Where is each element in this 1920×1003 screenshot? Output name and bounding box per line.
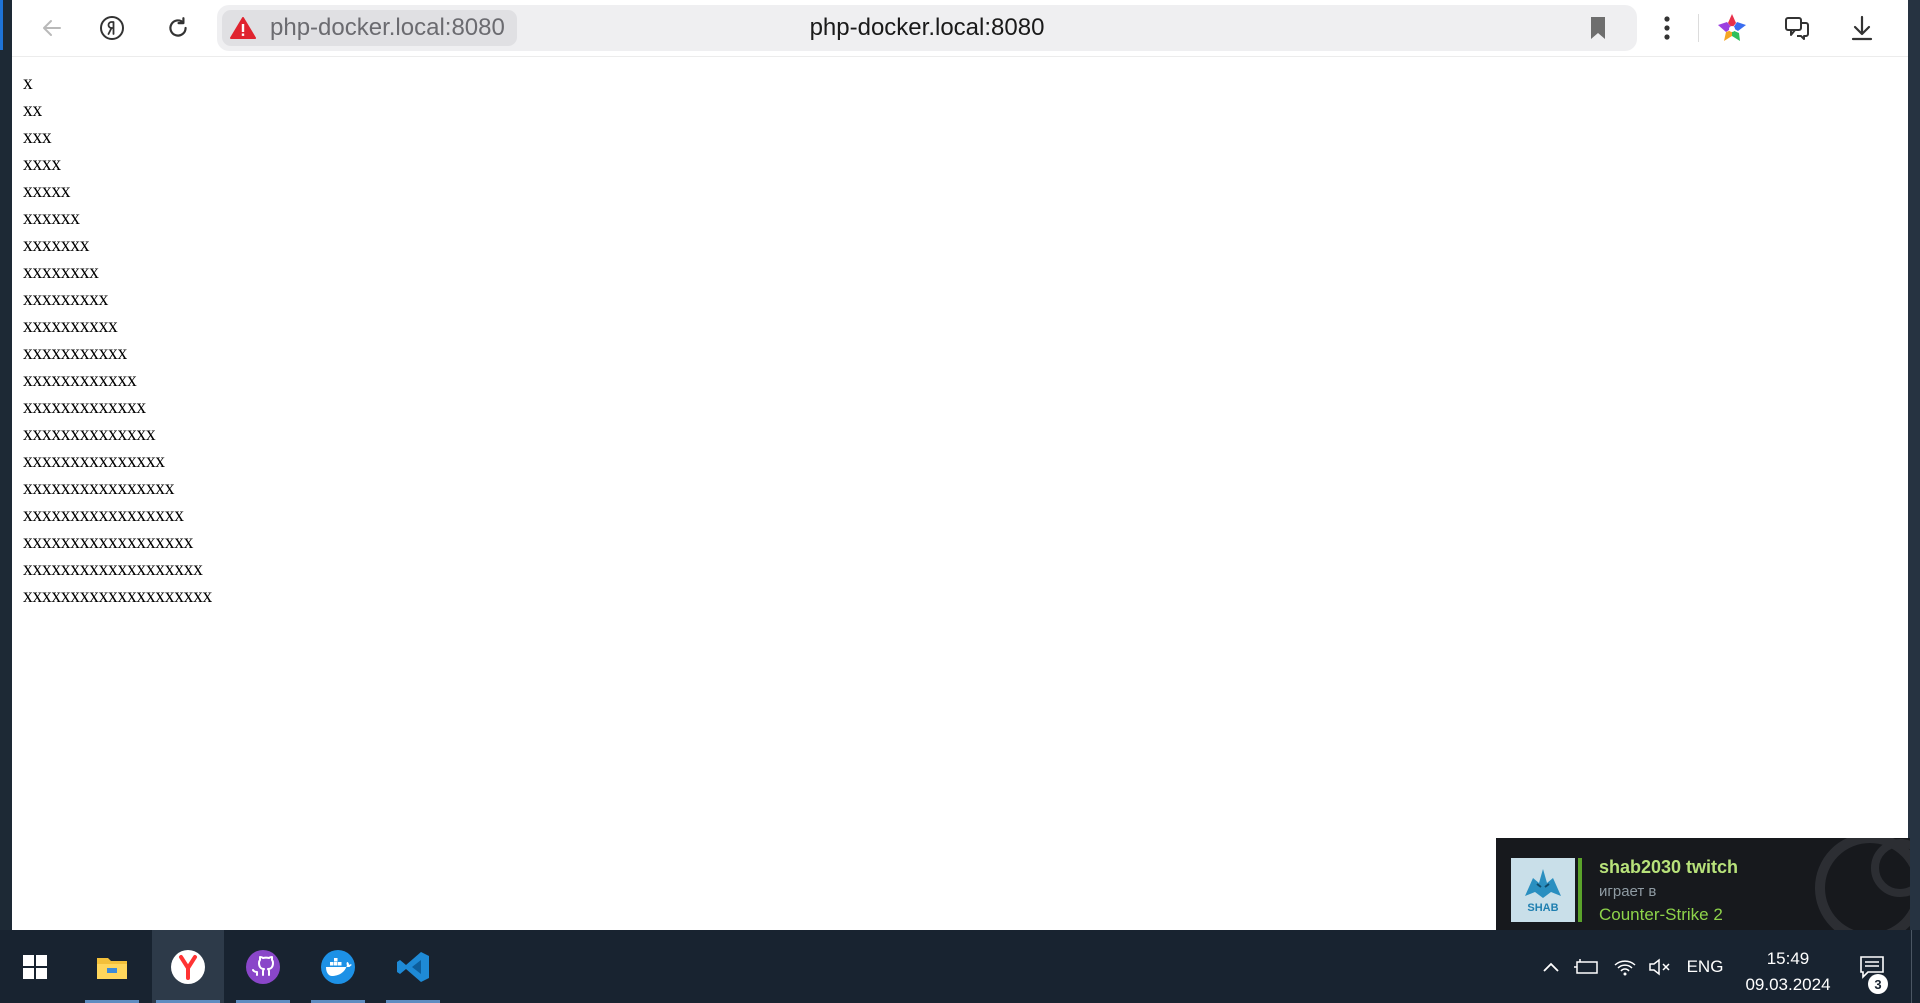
reload-icon [169,17,187,37]
wifi-icon [1614,960,1636,975]
output-line: xxxxxxxxxxxxxxxxxxx [23,559,203,580]
back-arrow-icon [43,20,61,36]
output-line: xxxxxxx [23,235,90,256]
desktop-left-edge [0,0,12,930]
output-line: xxxxxxxxxxxxxxxxxx [23,532,194,553]
chat-bubbles-icon [1785,17,1809,40]
bookmark-icon[interactable] [1587,14,1609,42]
clock-date: 09.03.2024 [1745,975,1831,994]
menu-button[interactable] [1647,8,1687,48]
steam-friend-notification[interactable]: SHAB shab2030 twitch играет в Counter-St… [1496,838,1910,930]
clock-time: 15:49 [1766,949,1810,968]
show-desktop-button[interactable] [1911,930,1920,1003]
battery-tray-button[interactable] [1572,930,1602,1003]
output-line: xxxxxxxxxxx [23,343,127,364]
in-game-status-bar [1578,858,1582,922]
back-button[interactable] [32,8,72,48]
browser-window: php-docker.local:8080 php-docker.local:8… [12,0,1908,930]
output-line: xxxxxxxxxxxxxxxxxxxx [23,586,213,607]
download-icon [1851,15,1873,41]
yandex-logo-icon [100,16,124,40]
github-desktop-icon [246,949,280,984]
show-hidden-icons-button[interactable] [1536,930,1566,1003]
avatar: SHAB [1511,858,1575,922]
downloads-button[interactable] [1842,8,1882,48]
volume-tray-button[interactable] [1645,930,1675,1003]
network-tray-button[interactable] [1610,930,1640,1003]
file-explorer-taskbar-button[interactable] [81,930,143,1003]
game-name: Counter-Strike 2 [1599,905,1723,924]
clock[interactable]: 15:49 09.03.2024 [1728,946,1848,998]
avatar-text: SHAB [1527,902,1559,914]
output-line: x [23,73,33,94]
start-button[interactable] [4,930,66,1003]
notification-background-decoration-icon [1815,838,1910,930]
collections-button[interactable] [1777,8,1817,48]
language-indicator[interactable]: ENG [1683,930,1727,1003]
output-line: xxxxxxxxxxxx [23,370,137,391]
address-chip-text: php-docker.local:8080 [270,14,505,41]
warning-icon [230,17,256,39]
volume-muted-icon [1649,957,1670,976]
vscode-taskbar-button[interactable] [382,930,444,1003]
output-line: xxxxxxxxx [23,289,109,310]
notification-count-badge: 3 [1868,974,1888,994]
yandex-browser-taskbar-button[interactable] [152,930,224,1003]
taskbar: ENG 15:49 09.03.2024 3 [0,930,1920,1003]
yandex-browser-icon [171,949,205,984]
yandex-home-button[interactable] [92,8,132,48]
folder-icon [97,957,127,979]
output-line: xxxxxxxxxxxxx [23,397,146,418]
playing-label: играет в [1599,883,1657,900]
address-bar[interactable]: php-docker.local:8080 php-docker.local:8… [217,5,1637,51]
chevron-up-icon [1543,962,1559,972]
toolbar-divider [1698,14,1699,42]
output-line: xxxxx [23,181,71,202]
docker-taskbar-button[interactable] [307,930,369,1003]
output-line: xxxx [23,154,61,175]
kebab-menu-icon [1664,16,1670,40]
alice-button[interactable] [1712,8,1752,48]
battery-plug-icon [1574,958,1598,974]
page-content: x xx xxx xxxx xxxxx xxxxxx xxxxxxx xxxxxxxx xxxx… [12,57,1908,930]
wolf-avatar-icon [1525,869,1561,898]
browser-toolbar: php-docker.local:8080 php-docker.local:8… [12,0,1908,57]
vscode-icon [397,951,429,982]
colorful-star-icon [1718,14,1746,41]
output-line: xx [23,100,42,121]
github-desktop-taskbar-button[interactable] [232,930,294,1003]
output-line: xxxxxxxxxxxxxxxx [23,478,175,499]
desktop-right-edge [1908,0,1920,930]
output-line: xxxxxxxxxxxxxxx [23,451,165,472]
friend-name: shab2030 twitch [1599,857,1739,877]
output-line: xxxxxxxxxx [23,316,118,337]
output-line: xxx [23,127,52,148]
windows-logo-icon [23,954,47,979]
output-lines: x xx xxx xxxx xxxxx xxxxxx xxxxxxx xxxxxxxx xxxx… [23,70,212,610]
output-line: xxxxxxxx [23,262,99,283]
reload-button[interactable] [158,8,198,48]
output-line: xxxxxxxxxxxxxxxxx [23,505,184,526]
docker-whale-icon [321,949,355,984]
site-info-chip[interactable]: php-docker.local:8080 [222,10,517,46]
output-line: xxxxxxxxxxxxxx [23,424,156,445]
output-line: xxxxxx [23,208,80,229]
